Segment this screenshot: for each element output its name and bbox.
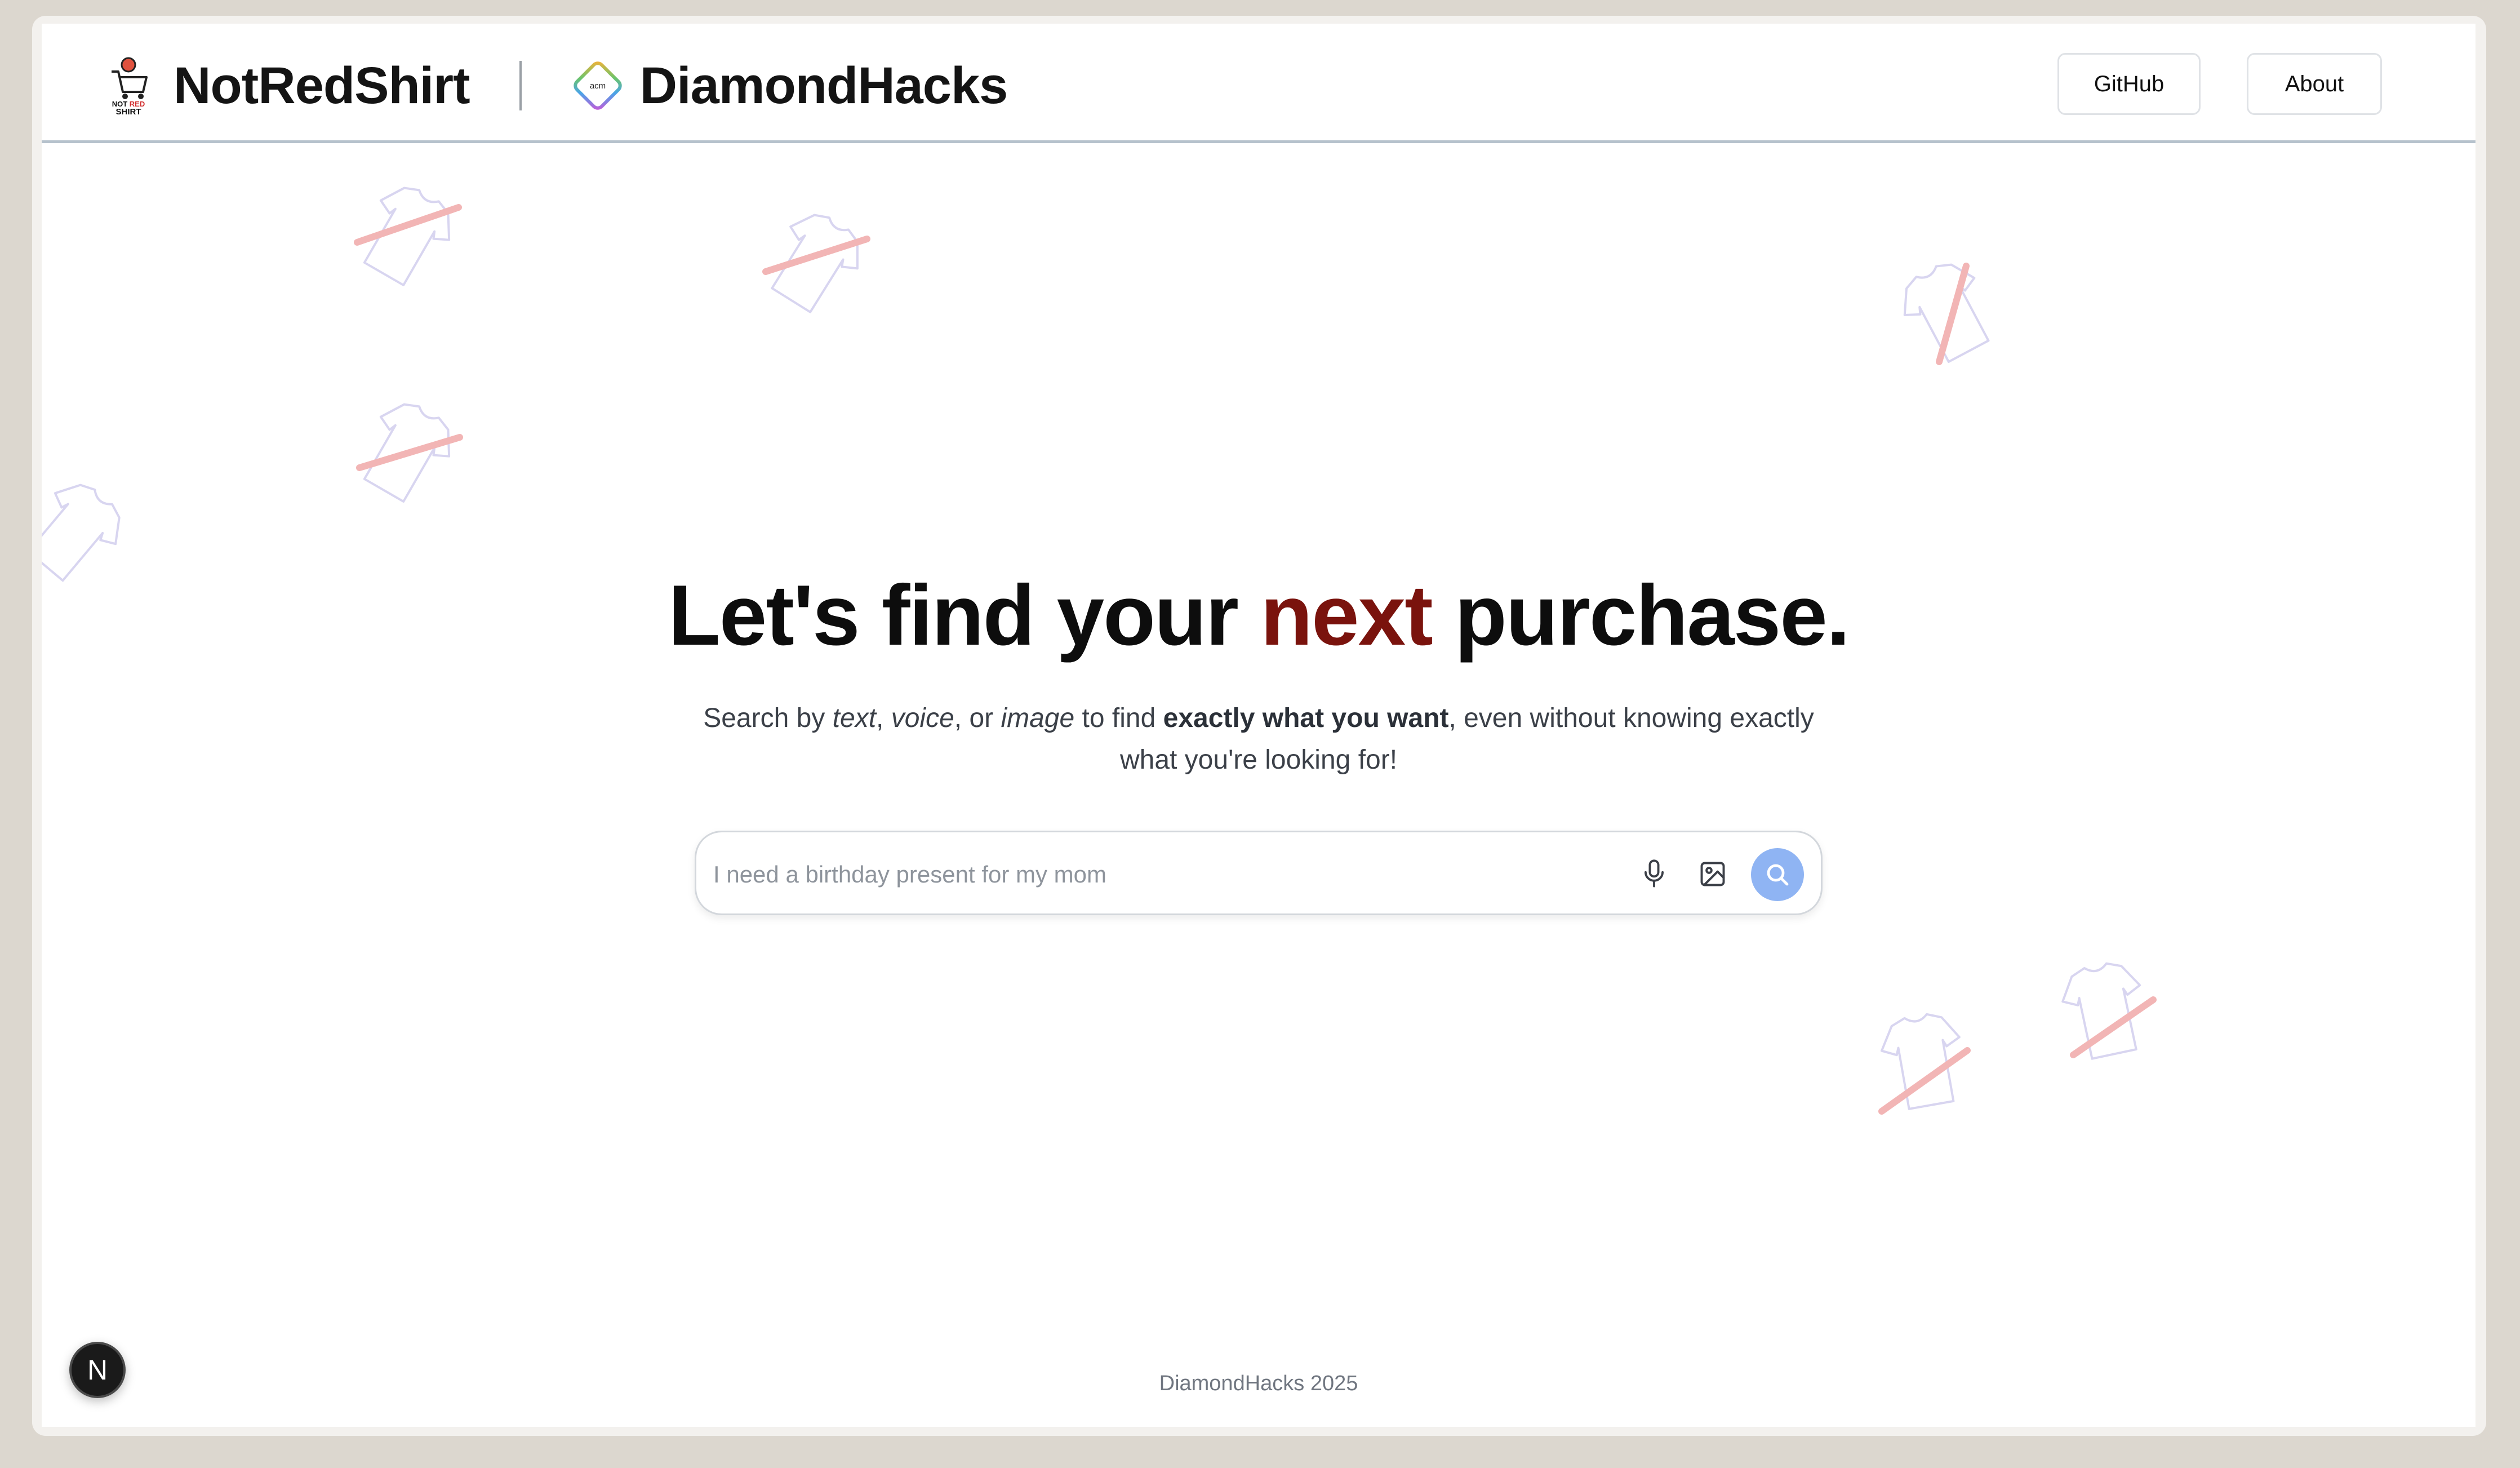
partner-name: DiamondHacks	[639, 56, 1008, 114]
hero-section: Let's find your next purchase. Search by…	[42, 559, 2475, 781]
svg-text:SHIRT: SHIRT	[116, 107, 141, 117]
top-navbar: NOT RED SHIRT NotRedShirt acm DiamondHac…	[42, 24, 2475, 143]
subtext-part: , or	[954, 703, 1001, 733]
brand-divider	[519, 61, 522, 110]
hero-subtext: Search by text, voice, or image to find …	[678, 698, 1839, 781]
subtext-image-mode: image	[1001, 703, 1075, 733]
crossed-shirt-icon	[2061, 962, 2157, 1060]
search-input[interactable]	[713, 849, 1575, 900]
nextjs-dev-badge[interactable]: N	[69, 1342, 126, 1398]
image-upload-icon[interactable]	[1690, 851, 1735, 897]
microphone-icon[interactable]	[1632, 851, 1677, 897]
headline-text-after: purchase.	[1432, 567, 1850, 663]
crossed-shirt-icon	[762, 214, 870, 313]
crossed-shirt-icon	[356, 403, 463, 503]
hero-headline: Let's find your next purchase.	[42, 559, 2475, 672]
acm-diamond-logo: acm	[573, 61, 622, 110]
search-icon	[1767, 864, 1789, 886]
crossed-shirt-icon	[1878, 1013, 1971, 1115]
headline-accent-word: next	[1260, 567, 1433, 663]
github-button[interactable]: GitHub	[2057, 53, 2201, 115]
subtext-part: to find	[1074, 703, 1163, 733]
about-button[interactable]: About	[2247, 53, 2382, 115]
notredshirt-logo[interactable]: NOT RED SHIRT	[104, 55, 153, 117]
footer-text: DiamondHacks 2025	[1159, 1372, 1358, 1395]
search-bar	[695, 831, 1823, 915]
search-button[interactable]	[1751, 848, 1804, 901]
subtext-text-mode: text	[832, 703, 877, 733]
app-window: NOT RED SHIRT NotRedShirt acm DiamondHac…	[42, 24, 2475, 1427]
subtext-voice-mode: voice	[891, 703, 954, 733]
headline-text-before: Let's find your	[668, 567, 1261, 663]
crossed-shirt-icon	[1903, 263, 1990, 365]
brand-area: NOT RED SHIRT NotRedShirt acm DiamondHac…	[104, 55, 1008, 117]
crossed-shirt-icon	[354, 187, 462, 286]
subtext-part: Search by	[703, 703, 833, 733]
brand-name: NotRedShirt	[174, 56, 470, 114]
svg-text:acm: acm	[589, 81, 605, 91]
subtext-part: ,	[876, 703, 891, 733]
subtext-emphasis: exactly what you want	[1163, 703, 1449, 733]
